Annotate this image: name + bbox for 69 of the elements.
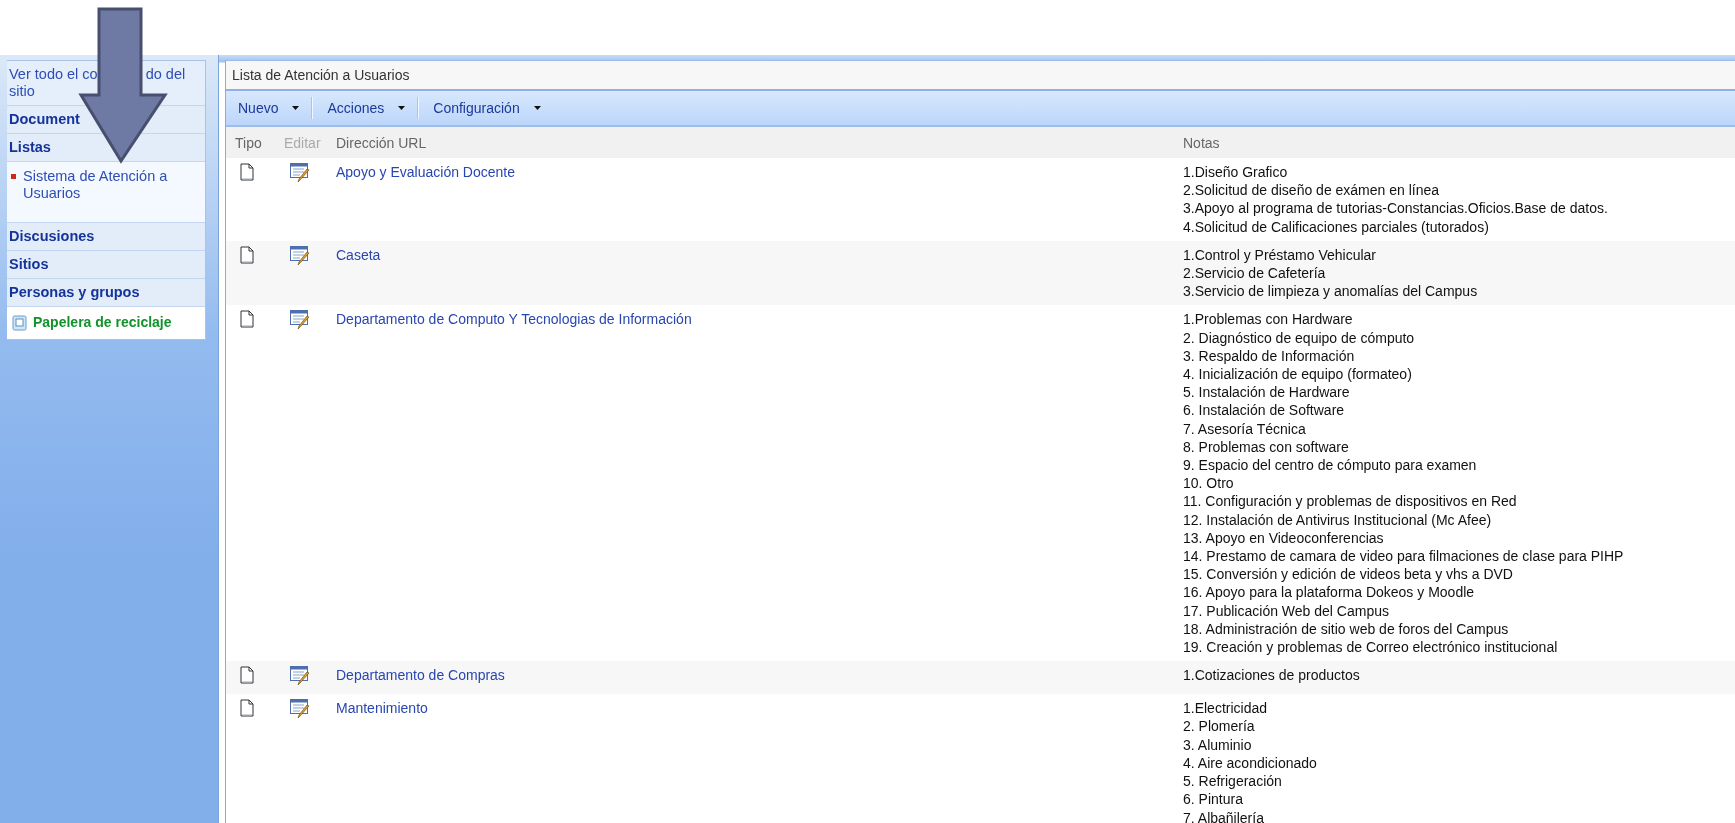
note-line: 8. Problemas con software [1183, 437, 1350, 457]
list-link[interactable]: Departamento de Computo Y Tecnologias de Información [336, 311, 692, 328]
note-line: 4. Inicialización de equipo (formateo) [1183, 365, 1413, 384]
note-line: 3. Respaldo de Información [1183, 346, 1356, 366]
note-line: 9. Espacio del centro de cómputo para examen [1183, 456, 1478, 475]
column-header[interactable]: Dirección URL [336, 134, 427, 151]
note-line: 7. Albañilería [1183, 808, 1265, 823]
note-line: 1.Cotizaciones de productos [1183, 666, 1361, 685]
note-line: 10. Otro [1183, 474, 1235, 493]
edit-icon [290, 245, 310, 266]
list-link[interactable]: Mantenimiento [336, 700, 428, 717]
note-line: 2.Servicio de Cafetería [1183, 264, 1327, 283]
document-icon [240, 699, 254, 718]
note-line: 7. Asesoría Técnica [1183, 419, 1307, 438]
note-line: 16. Apoyo para la plataforma Dokeos y Moodle [1183, 583, 1476, 602]
note-line: 2.Solicitud de diseño de exámen en línea [1183, 181, 1441, 200]
note-line: 6. Instalación de Software [1183, 401, 1346, 420]
note-line: 5. Refrigeración [1183, 772, 1283, 791]
list-link[interactable]: Departamento de Compras [336, 667, 505, 684]
list-link[interactable]: Caseta [336, 246, 381, 263]
note-line: 5. Instalación de Hardware [1183, 383, 1351, 402]
sidebar-item[interactable]: Sistema de Atención a Usuarios [23, 168, 202, 202]
column-header[interactable]: Notas [1183, 134, 1220, 151]
note-line: 3.Apoyo al programa de tutorias-Constancias.Oficios.Base de datos. [1183, 199, 1609, 218]
note-line: 2. Diagnóstico de equipo de cómputo [1183, 328, 1416, 347]
document-icon [240, 163, 254, 181]
note-line: 17. Publicación Web del Campus [1183, 601, 1390, 620]
note-line: 6. Pintura [1183, 790, 1244, 809]
note-line: 14. Prestamo de camara de video para filmaciones de clase para PIHP [1183, 547, 1625, 566]
note-line: 13. Apoyo en Videoconferencias [1183, 528, 1385, 548]
toolbar-menu[interactable]: Configuración [433, 100, 553, 116]
document-icon [240, 310, 254, 329]
edit-icon [290, 666, 310, 687]
note-line: 3.Servicio de limpieza y anomalías del Campus [1183, 282, 1479, 301]
edit-icon [290, 310, 310, 331]
caret-icon [292, 106, 300, 110]
sidebar-heading[interactable]: Personas y grupos [7, 279, 205, 307]
note-line: 1.Problemas con Hardware [1183, 310, 1354, 329]
note-line: 1.Electricidad [1183, 699, 1269, 718]
sidebar-heading[interactable]: Listas [7, 134, 205, 162]
list-title: Lista de Atención a Usuarios [226, 60, 1735, 91]
note-line: 2. Plomería [1183, 717, 1256, 736]
list-link[interactable]: Apoyo y Evaluación Docente [336, 164, 515, 180]
sidebar-link[interactable]: Ver todo el co [9, 66, 98, 83]
caret-icon [398, 106, 406, 110]
sidebar-heading[interactable]: Sitios [7, 251, 205, 279]
note-line: 3. Aluminio [1183, 735, 1253, 754]
recycle-bin-icon [12, 314, 27, 331]
column-header[interactable]: Tipo [235, 134, 262, 151]
document-icon [240, 666, 254, 685]
document-icon [240, 245, 254, 264]
note-line: 1.Control y Préstamo Vehicular [1183, 245, 1377, 264]
toolbar-menu[interactable]: Nuevo [238, 100, 312, 116]
note-line: 19. Creación y problemas de Correo electrónico institucional [1183, 638, 1559, 657]
sidebar-heading[interactable]: Discusiones [7, 223, 205, 251]
note-line: 4. Aire acondicionado [1183, 753, 1318, 773]
edit-icon [290, 163, 310, 183]
toolbar-menu[interactable]: Acciones [327, 100, 418, 116]
note-line: 12. Instalación de Antivirus Institucional (Mc Afee) [1183, 510, 1493, 529]
note-line: 15. Conversión y edición de videos beta y vhs a DVD [1183, 565, 1514, 584]
sidebar-link[interactable]: do del [145, 66, 186, 83]
edit-icon [290, 699, 310, 720]
note-line: 4.Solicitud de Calificaciones parciales (tutorados) [1183, 217, 1490, 236]
caret-icon [533, 106, 541, 110]
bullet-icon [11, 174, 16, 179]
sidebar-link[interactable]: sitio [9, 83, 35, 100]
note-line: 1.Diseño Grafico [1183, 163, 1289, 182]
note-line: 11. Configuración y problemas de dispositivos en Red [1183, 492, 1518, 511]
note-line: 18. Administración de sitio web de foros del Campus [1183, 619, 1510, 639]
